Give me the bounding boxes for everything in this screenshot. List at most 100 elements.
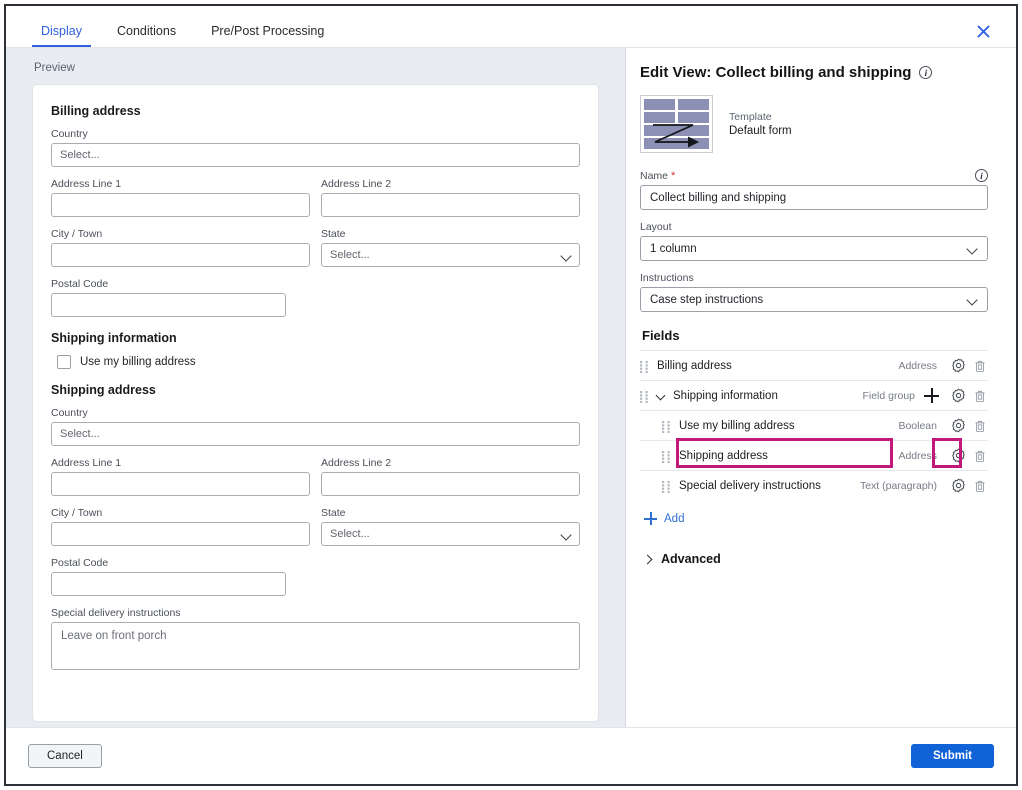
preview-shipping-country-label: Country xyxy=(51,407,88,419)
preview-shipping-address-lines: Address Line 1 Address Line 2 xyxy=(51,457,580,496)
template-text: Template Default form xyxy=(729,111,792,137)
name-field-label: Name xyxy=(640,169,669,182)
page-title-text: Edit View: Collect billing and shipping xyxy=(640,64,912,81)
field-row-shipping-information[interactable]: Shipping information Field group xyxy=(640,380,988,410)
preview-billing-state-label: State xyxy=(321,228,346,240)
preview-shipping-city-state: City / Town State Select... xyxy=(51,507,580,546)
preview-billing-address-lines: Address Line 1 Address Line 2 xyxy=(51,178,580,217)
layout-select[interactable]: 1 column xyxy=(640,236,988,261)
field-name: Use my billing address xyxy=(679,419,795,432)
preview-shipping-city-input[interactable] xyxy=(51,522,310,546)
drag-handle-icon[interactable] xyxy=(662,450,671,463)
preview-billing-state-select[interactable]: Select... xyxy=(321,243,580,267)
drag-handle-icon[interactable] xyxy=(640,360,649,373)
advanced-section-toggle[interactable]: Advanced xyxy=(642,552,988,566)
tab-bar: Display Conditions Pre/Post Processing xyxy=(6,6,1016,48)
add-field-label: Add xyxy=(664,512,685,525)
preview-billing-postal-label: Postal Code xyxy=(51,278,109,290)
preview-use-billing-address-checkbox[interactable] xyxy=(57,355,71,369)
preview-shipping-address1-input[interactable] xyxy=(51,472,310,496)
preview-shipping-info-heading: Shipping information xyxy=(51,331,177,345)
preview-shipping-country-select[interactable]: Select... xyxy=(51,422,580,446)
preview-pane: Preview Billing address Country Select..… xyxy=(6,48,626,727)
dialog-footer: Cancel Submit xyxy=(6,728,1016,784)
tab-conditions[interactable]: Conditions xyxy=(108,24,185,47)
preview-billing-country-select[interactable]: Select... xyxy=(51,143,580,167)
preview-billing-postal-input[interactable] xyxy=(51,293,286,317)
gear-icon[interactable] xyxy=(950,447,967,464)
preview-billing-city-input[interactable] xyxy=(51,243,310,267)
preview-billing-city-label: City / Town xyxy=(51,228,103,240)
template-thumbnail-icon[interactable] xyxy=(640,95,713,153)
field-name: Billing address xyxy=(657,359,732,372)
dialog-body: Preview Billing address Country Select..… xyxy=(6,48,1016,728)
gear-icon[interactable] xyxy=(950,357,967,374)
info-icon[interactable]: i xyxy=(919,66,933,79)
preview-form: Billing address Country Select... Addres… xyxy=(32,84,599,722)
preview-shipping-heading: Shipping address xyxy=(51,383,156,397)
field-name: Shipping address xyxy=(679,449,768,462)
template-value: Default form xyxy=(729,125,792,137)
template-row: Template Default form xyxy=(640,95,988,153)
chevron-down-icon[interactable] xyxy=(655,390,666,401)
name-input[interactable]: Collect billing and shipping xyxy=(640,185,988,210)
drag-handle-icon[interactable] xyxy=(662,480,671,493)
template-key: Template xyxy=(729,111,772,123)
advanced-label: Advanced xyxy=(661,552,721,566)
add-field-button[interactable]: Add xyxy=(644,512,988,525)
preview-billing-address2-input[interactable] xyxy=(321,193,580,217)
name-info-icon[interactable]: i xyxy=(975,169,988,182)
preview-shipping-state-select[interactable]: Select... xyxy=(321,522,580,546)
preview-billing-heading: Billing address xyxy=(51,104,141,118)
drag-handle-icon[interactable] xyxy=(640,390,649,403)
preview-billing-city-state: City / Town State Select... xyxy=(51,228,580,267)
field-type: Field group xyxy=(862,389,915,402)
delete-icon[interactable] xyxy=(971,417,988,434)
preview-shipping-postal-input[interactable] xyxy=(51,572,286,596)
instructions-select[interactable]: Case step instructions xyxy=(640,287,988,312)
preview-special-instructions-textarea[interactable]: Leave on front porch xyxy=(51,622,580,670)
submit-button[interactable]: Submit xyxy=(911,744,994,768)
preview-use-billing-address-row[interactable]: Use my billing address xyxy=(57,355,580,369)
gear-icon[interactable] xyxy=(950,417,967,434)
preview-special-instructions-label: Special delivery instructions xyxy=(51,607,181,619)
drag-handle-icon[interactable] xyxy=(662,420,671,433)
preview-shipping-address2-input[interactable] xyxy=(321,472,580,496)
field-row-billing-address[interactable]: Billing address Address xyxy=(640,350,988,380)
preview-billing-address2-label: Address Line 2 xyxy=(321,178,392,190)
tab-pre-post-processing[interactable]: Pre/Post Processing xyxy=(202,24,333,47)
preview-billing-address1-input[interactable] xyxy=(51,193,310,217)
add-subfield-icon[interactable] xyxy=(924,388,939,403)
cancel-button[interactable]: Cancel xyxy=(28,744,102,768)
field-row-use-my-billing-address[interactable]: Use my billing address Boolean xyxy=(640,410,988,440)
preview-shipping-state-label: State xyxy=(321,507,346,519)
delete-icon[interactable] xyxy=(971,387,988,404)
preview-use-billing-address-label: Use my billing address xyxy=(80,356,196,368)
preview-billing-country-label: Country xyxy=(51,128,88,140)
preview-billing-address1-label: Address Line 1 xyxy=(51,178,122,190)
close-icon[interactable] xyxy=(972,20,994,42)
field-row-special-delivery-instructions[interactable]: Special delivery instructions Text (para… xyxy=(640,470,988,500)
field-type: Address xyxy=(898,359,937,372)
delete-icon[interactable] xyxy=(971,357,988,374)
delete-icon[interactable] xyxy=(971,477,988,494)
gear-icon[interactable] xyxy=(950,387,967,404)
field-row-shipping-address[interactable]: Shipping address Address xyxy=(640,438,988,470)
field-type: Text (paragraph) xyxy=(859,479,937,492)
layout-label: Layout xyxy=(640,221,672,233)
page-title: Edit View: Collect billing and shipping … xyxy=(640,64,988,81)
preview-shipping-postal-label: Postal Code xyxy=(51,557,109,569)
tab-display[interactable]: Display xyxy=(32,24,91,47)
gear-icon[interactable] xyxy=(950,477,967,494)
edit-view-dialog: Display Conditions Pre/Post Processing P… xyxy=(4,4,1018,786)
editor-pane: Edit View: Collect billing and shipping … xyxy=(626,48,1016,727)
required-marker: * xyxy=(671,169,676,182)
preview-billing-country-group: Country Select... xyxy=(51,128,580,167)
preview-shipping-address2-label: Address Line 2 xyxy=(321,457,392,469)
field-name: Special delivery instructions xyxy=(679,479,821,492)
delete-icon[interactable] xyxy=(971,447,988,464)
preview-shipping-postal-group: Postal Code xyxy=(51,557,580,596)
preview-billing-postal-group: Postal Code xyxy=(51,278,580,317)
field-type: Address xyxy=(898,449,937,462)
field-type: Boolean xyxy=(898,419,937,432)
